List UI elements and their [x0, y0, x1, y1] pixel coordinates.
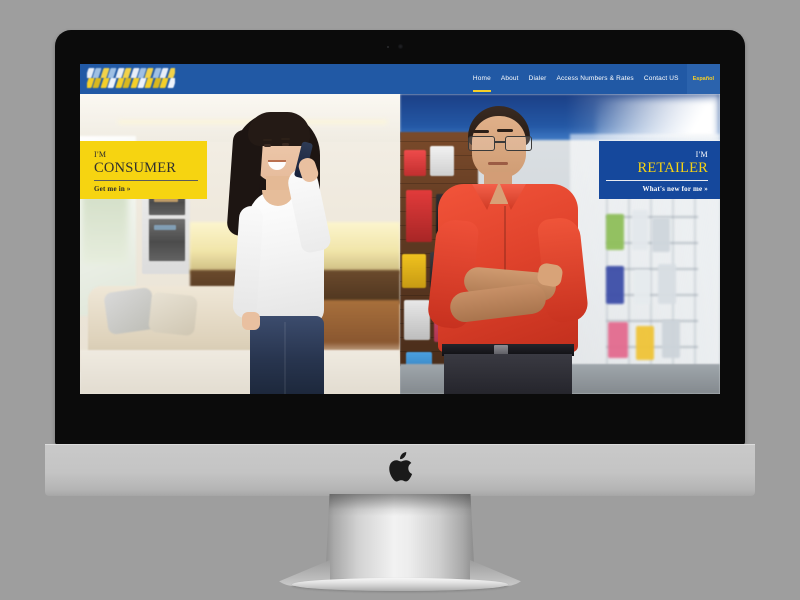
webcam-icon — [386, 44, 403, 49]
nav-item-about-label: About — [500, 75, 519, 82]
retailer-kicker: I'M — [695, 150, 708, 159]
nav-item-access-numbers-rates[interactable]: Access Numbers & Rates — [551, 64, 638, 94]
retailer-person — [416, 102, 602, 394]
consumer-person — [208, 106, 368, 394]
hero-split: I'M CONSUMER Get me in » I'M RETAILER Wh… — [80, 94, 720, 394]
main-navigation: Home About Dialer Access Numbers & Rates — [468, 64, 720, 94]
eyeglasses-icon — [468, 136, 532, 151]
hero-half-retailer[interactable]: I'M RETAILER What's new for me » — [400, 94, 720, 394]
consumer-divider — [94, 179, 198, 181]
consumer-photo — [80, 94, 400, 394]
site-header: Home About Dialer Access Numbers & Rates — [80, 64, 720, 94]
nav-item-dialer-label: Dialer — [528, 75, 547, 82]
monitor-stand-neck — [325, 494, 475, 584]
website-content: Home About Dialer Access Numbers & Rates — [80, 64, 720, 394]
retailer-headline: RETAILER — [637, 160, 708, 176]
consumer-kicker: I'M — [94, 150, 107, 159]
apple-logo-icon — [387, 452, 413, 483]
nav-item-access-numbers-rates-label: Access Numbers & Rates — [556, 75, 634, 82]
hero-half-consumer[interactable]: I'M CONSUMER Get me in » — [80, 94, 400, 394]
nav-item-home-label: Home — [472, 75, 491, 82]
language-switch-label: Español — [692, 76, 714, 82]
screen-viewport: Home About Dialer Access Numbers & Rates — [80, 64, 720, 394]
retailer-cta-card[interactable]: I'M RETAILER What's new for me » — [599, 141, 720, 199]
nav-item-dialer[interactable]: Dialer — [524, 64, 552, 94]
company-logo-icon[interactable] — [87, 67, 175, 91]
language-switch-button[interactable]: Español — [686, 64, 720, 94]
consumer-cta-link[interactable]: Get me in » — [94, 185, 207, 193]
nav-item-home[interactable]: Home — [468, 64, 496, 94]
monitor-chin — [45, 444, 755, 496]
nav-item-about[interactable]: About — [496, 64, 524, 94]
nav-item-contact-us[interactable]: Contact US — [639, 64, 684, 94]
consumer-cta-card[interactable]: I'M CONSUMER Get me in » — [80, 141, 207, 199]
imac-mockup: Home About Dialer Access Numbers & Rates — [0, 0, 800, 600]
monitor-bezel: Home About Dialer Access Numbers & Rates — [55, 30, 745, 445]
retailer-divider — [606, 179, 708, 181]
retailer-photo — [400, 94, 720, 394]
consumer-headline: CONSUMER — [94, 160, 177, 176]
retailer-cta-link[interactable]: What's new for me » — [599, 185, 708, 193]
nav-item-contact-us-label: Contact US — [643, 75, 679, 82]
monitor-stand-base — [292, 578, 508, 591]
